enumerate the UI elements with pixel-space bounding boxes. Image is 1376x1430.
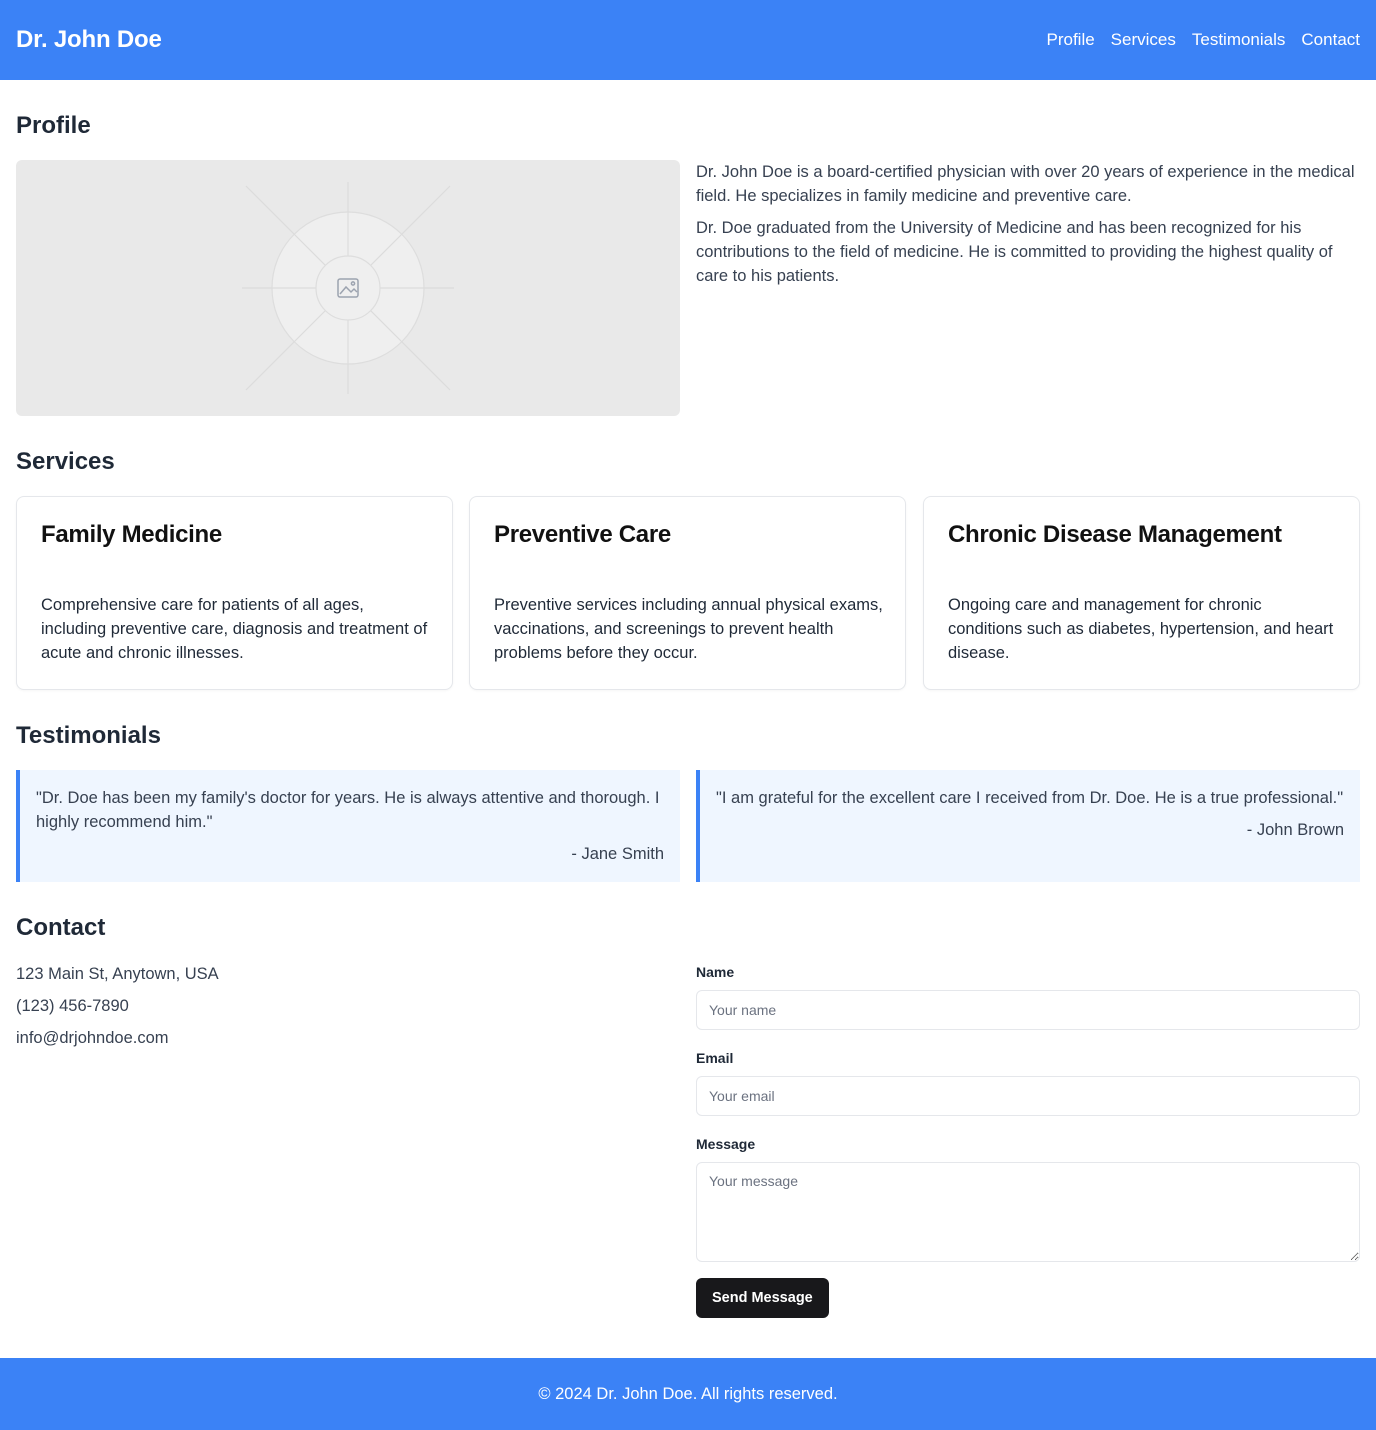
contact-phone: (123) 456-7890 [16,997,129,1015]
email-input[interactable] [696,1076,1360,1116]
testimonial-author: - John Brown [1246,821,1344,839]
testimonial-card: "Dr. Doe has been my family's doctor for… [16,770,680,882]
contact-info: 123 Main St, Anytown, USA (123) 456-7890… [16,962,219,1058]
service-card: Preventive Care Preventive services incl… [469,496,906,690]
message-textarea[interactable] [696,1162,1360,1262]
nav-link-services[interactable]: Services [1111,30,1176,50]
image-placeholder-icon [242,182,454,394]
contact-address: 123 Main St, Anytown, USA [16,965,219,983]
service-card-description: Ongoing care and management for chronic … [948,596,1334,662]
email-label: Email [696,1050,734,1066]
nav-link-profile[interactable]: Profile [1046,30,1094,50]
contact-form: Name Email Message Send Message [696,964,1360,1318]
testimonial-author: - Jane Smith [571,845,664,863]
service-card-title: Chronic Disease Management [948,521,1282,548]
service-card-description: Preventive services including annual phy… [494,596,883,662]
site-footer: © 2024 Dr. John Doe. All rights reserved… [0,1358,1376,1430]
contact-heading: Contact [16,914,106,941]
name-input[interactable] [696,990,1360,1030]
profile-paragraph: Dr. Doe graduated from the University of… [696,219,1333,285]
services-heading: Services [16,448,115,475]
contact-email: info@drjohndoe.com [16,1029,169,1047]
profile-paragraph: Dr. John Doe is a board-certified physic… [696,163,1355,205]
service-card-title: Preventive Care [494,521,671,548]
testimonial-quote: "I am grateful for the excellent care I … [716,789,1344,807]
message-label: Message [696,1136,756,1152]
testimonials-heading: Testimonials [16,722,161,749]
footer-copyright: © 2024 Dr. John Doe. All rights reserved… [538,1384,838,1403]
service-card: Chronic Disease Management Ongoing care … [923,496,1360,690]
brand-title[interactable]: Dr. John Doe [16,26,162,54]
main-nav: Profile Services Testimonials Contact [1046,30,1360,50]
send-message-button[interactable]: Send Message [696,1278,829,1318]
profile-image [16,160,680,416]
profile-heading: Profile [16,112,91,139]
service-card-title: Family Medicine [41,521,222,548]
site-header: Dr. John Doe Profile Services Testimonia… [0,0,1376,80]
testimonial-quote: "Dr. Doe has been my family's doctor for… [36,789,660,831]
service-card-description: Comprehensive care for patients of all a… [41,596,428,662]
nav-link-contact[interactable]: Contact [1301,30,1360,50]
nav-link-testimonials[interactable]: Testimonials [1192,30,1286,50]
profile-bio: Dr. John Doe is a board-certified physic… [696,160,1360,296]
service-card: Family Medicine Comprehensive care for p… [16,496,453,690]
name-label: Name [696,964,735,980]
testimonial-card: "I am grateful for the excellent care I … [696,770,1360,882]
